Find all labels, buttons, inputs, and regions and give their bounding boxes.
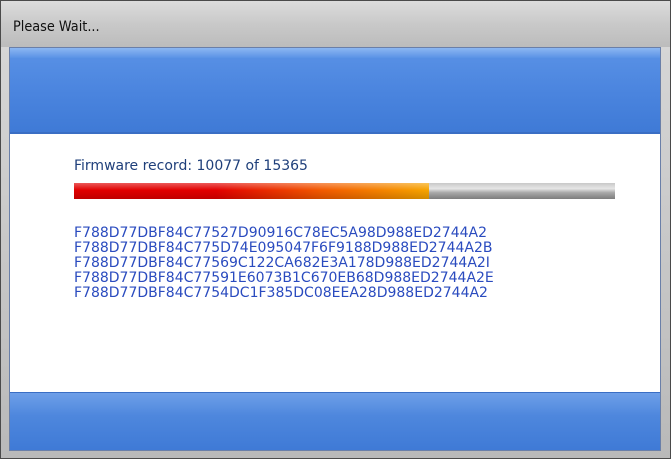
firmware-progress-bar [74, 183, 615, 199]
dialog-content: Firmware record: 10077 of 15365 F788D77D… [9, 47, 661, 451]
firmware-record-list: F788D77DBF84C77527D90916C78EC5A98D988ED2… [74, 226, 615, 301]
record-line: F788D77DBF84C77569C122CA682E3A178D988ED2… [74, 255, 490, 271]
window-title: Please Wait... [13, 19, 100, 35]
header-band [10, 48, 660, 134]
record-line: F788D77DBF84C77527D90916C78EC5A98D988ED2… [74, 226, 487, 241]
record-line: F788D77DBF84C775D74E095047F6F9188D988ED2… [74, 240, 493, 256]
title-bar[interactable]: Please Wait... [1, 1, 670, 47]
firmware-status-label: Firmware record: 10077 of 15365 [74, 158, 308, 174]
record-line: F788D77DBF84C7754DC1F385DC08EEA28D988ED2… [74, 285, 488, 301]
record-line: F788D77DBF84C77591E6073B1C670EB68D988ED2… [74, 270, 494, 286]
please-wait-dialog: Please Wait... Firmware record: 10077 of… [0, 0, 671, 459]
progress-fill [74, 183, 429, 199]
footer-band [10, 392, 660, 450]
